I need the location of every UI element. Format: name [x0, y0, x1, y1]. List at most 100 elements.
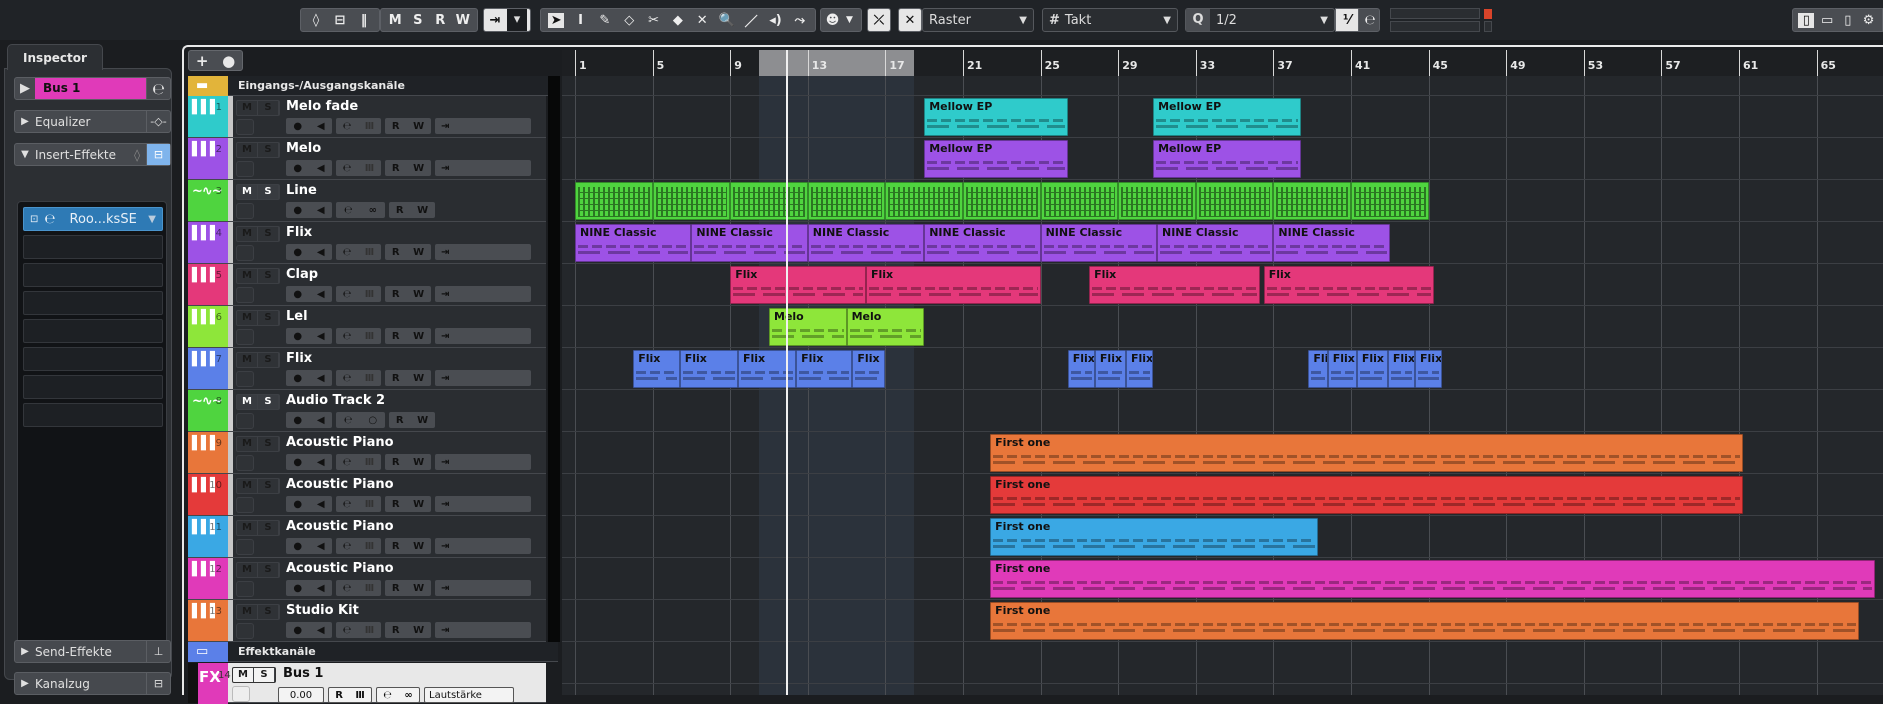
read-automation-button[interactable]: R: [335, 690, 343, 701]
snap-mode-button[interactable]: ☻ ▼: [820, 8, 862, 32]
event-clip[interactable]: [1273, 182, 1351, 220]
edit-icon[interactable]: ℮: [343, 121, 352, 132]
record-enable-icon[interactable]: ●: [293, 205, 302, 216]
solo-button[interactable]: S: [258, 353, 279, 367]
event-clip[interactable]: Flix: [1415, 350, 1443, 388]
event-clip[interactable]: First one: [990, 476, 1743, 514]
mute-button[interactable]: M: [387, 13, 403, 28]
ruler[interactable]: 1 5 9 13 17 21 25 29 33 37 41 45 49 53 57 61 65: [562, 50, 1883, 76]
record-enable-icon[interactable]: ●: [293, 625, 302, 636]
link-icon[interactable]: ○: [368, 415, 377, 426]
event-clip[interactable]: [807, 182, 886, 220]
track-name[interactable]: Flix: [286, 225, 312, 240]
track-name[interactable]: Flix: [286, 351, 312, 366]
record-enable-icon[interactable]: ●: [293, 499, 302, 510]
event-clip[interactable]: Flix: [1387, 350, 1416, 388]
quantize-dropdown[interactable]: Q 1/2 ▼: [1185, 8, 1335, 32]
edit-icon[interactable]: ℮: [343, 499, 352, 510]
read-automation-button[interactable]: R: [392, 499, 400, 510]
grid-type-dropdown[interactable]: # Takt ▼: [1042, 8, 1178, 32]
track-select-box[interactable]: [236, 371, 254, 387]
event-clip[interactable]: NINE Classic: [924, 224, 1041, 262]
sends-icon[interactable]: ⊥: [146, 641, 170, 662]
snap-zero-toggle[interactable]: ✕: [898, 8, 922, 32]
edit-icon[interactable]: ℮: [44, 212, 55, 227]
solo-button[interactable]: S: [258, 521, 279, 535]
erase-tool-icon[interactable]: ◇: [621, 13, 637, 28]
monitor-icon[interactable]: ◀: [317, 415, 325, 426]
event-clip[interactable]: NINE Classic: [575, 224, 692, 262]
write-button[interactable]: W: [455, 13, 471, 28]
record-enable-icon[interactable]: ●: [293, 457, 302, 468]
track-select-box[interactable]: [232, 686, 250, 702]
track-color-strip[interactable]: ~∿~ 8: [188, 390, 228, 431]
fx-track-row[interactable]: FX 14 MS Bus 1 0.00 RⅢ ℮ ∞ Lautstärke: [188, 663, 546, 704]
instrument-icon[interactable]: Ⅲ: [365, 247, 374, 258]
insert-slot-1[interactable]: ⊡ ℮ Roo...ksSE ▼: [23, 207, 163, 231]
line-tool-icon[interactable]: ／: [743, 11, 759, 30]
solo-button[interactable]: S: [258, 311, 279, 325]
track-name[interactable]: Audio Track 2: [286, 393, 385, 408]
mute-button[interactable]: M: [237, 521, 258, 535]
instrument-icon[interactable]: Ⅲ: [365, 499, 374, 510]
output-routing[interactable]: ⇥: [435, 286, 531, 302]
write-automation-button[interactable]: W: [413, 163, 424, 174]
monitor-icon[interactable]: ◀: [317, 205, 325, 216]
mute-button[interactable]: M: [237, 563, 258, 577]
event-clip[interactable]: [885, 182, 963, 220]
quantize-edit-button[interactable]: ℮: [1358, 8, 1380, 32]
track-color-strip[interactable]: ▌▌▌ 1: [188, 96, 228, 137]
insert-slot-3[interactable]: [23, 263, 163, 287]
event-clip[interactable]: [1040, 182, 1119, 220]
edit-icon[interactable]: ℮: [343, 373, 352, 384]
snap-type-dropdown[interactable]: Raster ▼: [922, 8, 1034, 32]
instrument-icon[interactable]: Ⅲ: [365, 121, 374, 132]
event-clip[interactable]: Mellow EP: [1153, 98, 1301, 136]
track-row[interactable]: ▌▌▌ 1 M S Melo fade ● ◀ ℮ Ⅲ RW ⇥: [188, 96, 546, 138]
write-automation-button[interactable]: W: [413, 247, 424, 258]
eq-bypass-icon[interactable]: -◇-: [146, 111, 170, 132]
monitor-icon[interactable]: ◀: [317, 121, 325, 132]
instrument-icon[interactable]: Ⅲ: [365, 289, 374, 300]
snap-toggle[interactable]: ⤫: [867, 8, 891, 32]
read-automation-button[interactable]: R: [396, 415, 404, 426]
read-automation-button[interactable]: R: [392, 289, 400, 300]
output-routing[interactable]: ⇥: [435, 580, 531, 596]
lower-zone-icon[interactable]: ▭: [1819, 13, 1835, 28]
settings-icon[interactable]: ⚙: [1861, 13, 1877, 28]
event-clip[interactable]: Flix: [852, 350, 886, 388]
mute-button[interactable]: M: [237, 185, 258, 199]
track-color-strip[interactable]: ▌▌▌ 9: [188, 432, 228, 473]
solo-button[interactable]: S: [258, 269, 279, 283]
output-routing[interactable]: ⇥: [435, 118, 531, 134]
edit-icon[interactable]: ℮: [344, 415, 353, 426]
track-row[interactable]: ▌▌▌ 13 M S Studio Kit ● ◀ ℮ Ⅲ RW ⇥: [188, 600, 546, 642]
mute-tool-icon[interactable]: ✕: [694, 13, 710, 28]
event-clip[interactable]: Flix: [1308, 350, 1328, 388]
instrument-icon[interactable]: Ⅲ: [365, 163, 374, 174]
automation-parameter[interactable]: Lautstärke: [424, 687, 514, 703]
channel-section[interactable]: ▶ Bus 1 ℮: [14, 77, 171, 100]
track-color-strip[interactable]: ▌▌▌ 12: [188, 558, 228, 599]
channel-name[interactable]: Bus 1: [35, 78, 146, 99]
track-select-box[interactable]: [236, 623, 254, 639]
monitor-icon[interactable]: ◀: [317, 541, 325, 552]
instrument-icon[interactable]: Ⅲ: [365, 541, 374, 552]
track-name[interactable]: Bus 1: [283, 666, 323, 681]
solo-button[interactable]: S: [258, 101, 279, 115]
solo-button[interactable]: S: [258, 395, 279, 409]
output-routing[interactable]: ⇥: [435, 538, 531, 554]
track-select-box[interactable]: [236, 413, 254, 429]
write-automation-button[interactable]: W: [413, 373, 424, 384]
write-automation-button[interactable]: W: [413, 625, 424, 636]
event-clip[interactable]: Flix: [1263, 266, 1435, 304]
edit-channel-icon[interactable]: ℮: [146, 78, 170, 99]
track-select-box[interactable]: [236, 581, 254, 597]
expand-icon[interactable]: ▶: [15, 81, 35, 96]
read-automation-button[interactable]: R: [392, 121, 400, 132]
event-clip[interactable]: First one: [990, 518, 1319, 556]
track-color-strip[interactable]: ▌▌▌ 7: [188, 348, 228, 389]
insert-slot-6[interactable]: [23, 347, 163, 371]
mute-button[interactable]: M: [237, 143, 258, 157]
event-clip[interactable]: First one: [990, 434, 1743, 472]
